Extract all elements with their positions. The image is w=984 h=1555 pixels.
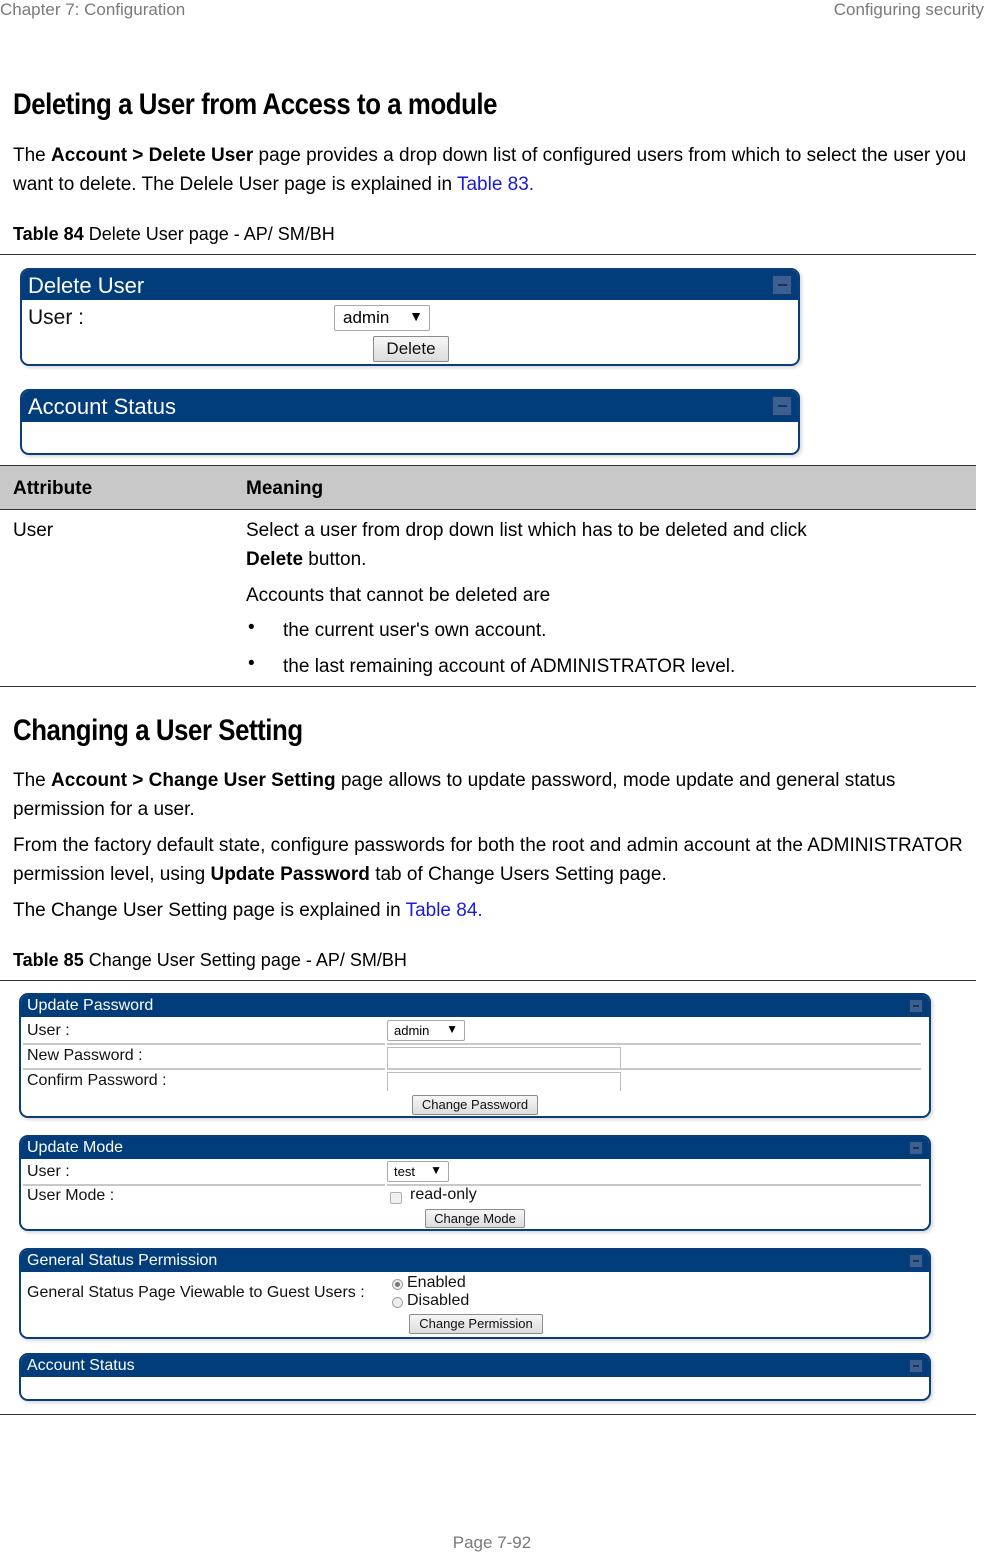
account-status-panel: Account Status [19, 1353, 931, 1401]
user-select-value: admin [343, 308, 390, 327]
update-password-panel: Update Password User : admin ▼ New Passw… [19, 993, 931, 1118]
caption-text: Change User Setting page - AP/ SM/BH [83, 950, 407, 970]
row-divider [387, 1043, 921, 1045]
column-header-meaning: Meaning [246, 478, 324, 499]
collapse-icon[interactable] [772, 396, 792, 416]
meaning-line: Accounts that cannot be deleted are [246, 585, 551, 606]
para-text: The [13, 770, 52, 791]
change-mode-button[interactable]: Change Mode [425, 1209, 525, 1228]
factory-default-paragraph: From the factory default state, configur… [13, 831, 973, 889]
menu-path: Account > Change User Setting [51, 770, 336, 791]
meaning-line: Select a user from drop down list which … [246, 520, 807, 541]
collapse-icon[interactable] [909, 1359, 923, 1373]
disabled-label: Disabled [407, 1292, 470, 1309]
general-status-permission-panel: General Status Permission General Status… [19, 1248, 931, 1339]
bullet-icon: • [248, 653, 255, 674]
user-select-value: test [394, 1164, 415, 1179]
panel-title: Delete User [28, 273, 145, 298]
delete-term: Delete [246, 549, 304, 570]
table-84-link[interactable]: Table 84. [406, 900, 483, 921]
column-header-attribute: Attribute [13, 478, 93, 499]
collapse-icon[interactable] [772, 275, 792, 295]
caption-label: Table 85 [13, 950, 84, 970]
user-label: User : [27, 1163, 70, 1180]
collapse-icon[interactable] [909, 1141, 923, 1155]
table-84-caption: Table 84 Delete User page - AP/ SM/BH [13, 224, 335, 245]
user-select-value: admin [394, 1023, 430, 1038]
panel-title: General Status Permission [27, 1252, 218, 1269]
change-setting-intro: The Account > Change User Setting page a… [13, 766, 973, 824]
bullet-item: the current user's own account. [283, 620, 547, 641]
divider [0, 254, 976, 255]
account-status-panel: Account Status [20, 389, 800, 455]
radio-selected-dot [395, 1282, 400, 1287]
collapse-icon[interactable] [909, 1254, 923, 1268]
read-only-checkbox[interactable] [390, 1192, 402, 1204]
para-text: The Change User Setting page is explaine… [13, 900, 406, 921]
panel-header: Update Password [21, 995, 929, 1017]
para-text-cont: tab of Change Users Setting page. [369, 864, 667, 885]
update-password-term: Update Password [210, 864, 370, 885]
explained-paragraph: The Change User Setting page is explaine… [13, 896, 973, 925]
panel-header: General Status Permission [21, 1250, 929, 1272]
divider [0, 1414, 976, 1415]
table-83-link[interactable]: Table 83. [457, 174, 534, 195]
meaning-line: Delete button. [246, 545, 366, 574]
page-number: Page 7-92 [452, 1533, 532, 1552]
delete-user-intro: The Account > Delete User page provides … [13, 141, 973, 199]
section-heading-delete-user: Deleting a User from Access to a module [13, 88, 498, 121]
chapter-header: Chapter 7: Configuration [0, 0, 186, 19]
user-select[interactable]: admin ▼ [334, 305, 430, 331]
bullet-icon: • [248, 617, 255, 638]
attribute-cell: User [13, 520, 54, 541]
disabled-radio[interactable] [392, 1297, 403, 1308]
new-password-label: New Password : [27, 1047, 143, 1064]
user-mode-label: User Mode : [27, 1187, 115, 1204]
panel-header: Account Status [21, 1355, 929, 1377]
row-divider [23, 1184, 385, 1186]
collapse-icon[interactable] [909, 999, 923, 1013]
delete-user-panel: Delete User User : admin ▼ Delete [20, 268, 800, 366]
confirm-password-input[interactable] [387, 1072, 621, 1091]
panel-header: Delete User [22, 270, 798, 300]
user-select[interactable]: admin ▼ [387, 1020, 465, 1041]
panel-title: Account Status [27, 1357, 135, 1374]
chevron-down-icon: ▼ [409, 308, 423, 324]
row-divider [387, 1068, 921, 1070]
enabled-label: Enabled [407, 1274, 466, 1291]
read-only-label: read-only [410, 1186, 477, 1203]
divider [0, 686, 976, 687]
delete-button[interactable]: Delete [373, 336, 449, 362]
panel-title: Update Password [27, 997, 154, 1014]
change-password-button[interactable]: Change Password [412, 1095, 538, 1115]
new-password-input[interactable] [387, 1047, 621, 1068]
section-heading-change-user-setting: Changing a User Setting [13, 714, 303, 747]
enabled-radio[interactable] [392, 1279, 403, 1290]
chevron-down-icon: ▼ [430, 1163, 442, 1177]
menu-path: Account > Delete User [51, 145, 254, 166]
chevron-down-icon: ▼ [446, 1022, 458, 1036]
row-divider [23, 1068, 385, 1070]
confirm-password-label: Confirm Password : [27, 1072, 167, 1089]
panel-header: Update Mode [21, 1137, 929, 1159]
panel-title: Update Mode [27, 1139, 124, 1156]
user-label: User : [28, 306, 85, 329]
guest-view-label: General Status Page Viewable to Guest Us… [27, 1284, 365, 1301]
bullet-item: the last remaining account of ADMINISTRA… [283, 656, 736, 677]
section-header: Configuring security [833, 0, 984, 19]
meaning-text: button. [303, 549, 367, 570]
panel-title: Account Status [28, 394, 176, 419]
row-divider [23, 1043, 385, 1045]
caption-text: Delete User page - AP/ SM/BH [83, 224, 335, 244]
table-header: Attribute Meaning [0, 465, 976, 510]
table-85-caption: Table 85 Change User Setting page - AP/ … [13, 950, 407, 971]
intro-text: The [13, 145, 52, 166]
caption-label: Table 84 [13, 224, 84, 244]
divider [0, 980, 976, 981]
change-permission-button[interactable]: Change Permission [409, 1314, 543, 1334]
user-label: User : [27, 1022, 70, 1039]
update-mode-panel: Update Mode User : test ▼ User Mode : re… [19, 1135, 931, 1231]
user-select[interactable]: test ▼ [387, 1161, 449, 1182]
panel-header: Account Status [22, 391, 798, 422]
